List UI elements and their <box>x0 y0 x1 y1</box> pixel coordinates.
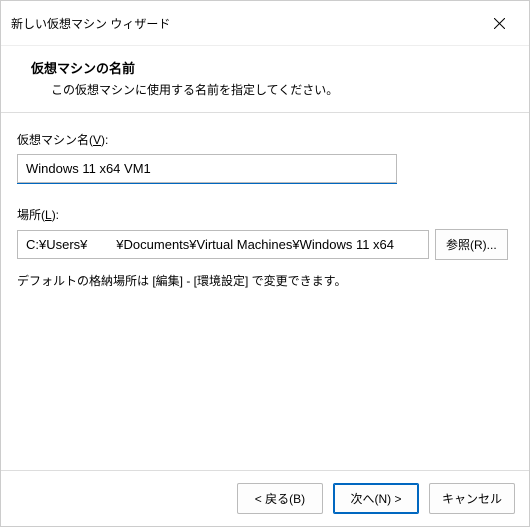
content-area: 仮想マシン名(V): 場所(L): 参照(R)... デフォルトの格納場所は [… <box>1 113 529 470</box>
wizard-header: 仮想マシンの名前 この仮想マシンに使用する名前を指定してください。 <box>1 46 529 113</box>
browse-button[interactable]: 参照(R)... <box>435 229 508 260</box>
close-icon <box>494 18 505 29</box>
header-subtitle: この仮想マシンに使用する名前を指定してください。 <box>51 81 509 98</box>
footer: < 戻る(B) 次へ(N) > キャンセル <box>1 470 529 526</box>
back-button[interactable]: < 戻る(B) <box>237 483 323 514</box>
close-button[interactable] <box>481 9 517 37</box>
window-title: 新しい仮想マシン ウィザード <box>11 15 170 32</box>
next-button[interactable]: 次へ(N) > <box>333 483 419 514</box>
titlebar: 新しい仮想マシン ウィザード <box>1 1 529 46</box>
location-input[interactable] <box>17 230 429 259</box>
vm-name-label: 仮想マシン名(V): <box>17 131 513 148</box>
location-hint: デフォルトの格納場所は [編集] - [環境設定] で変更できます。 <box>17 272 513 289</box>
cancel-button[interactable]: キャンセル <box>429 483 515 514</box>
vm-name-input[interactable] <box>17 154 397 183</box>
location-label: 場所(L): <box>17 206 513 223</box>
header-title: 仮想マシンの名前 <box>31 58 509 77</box>
